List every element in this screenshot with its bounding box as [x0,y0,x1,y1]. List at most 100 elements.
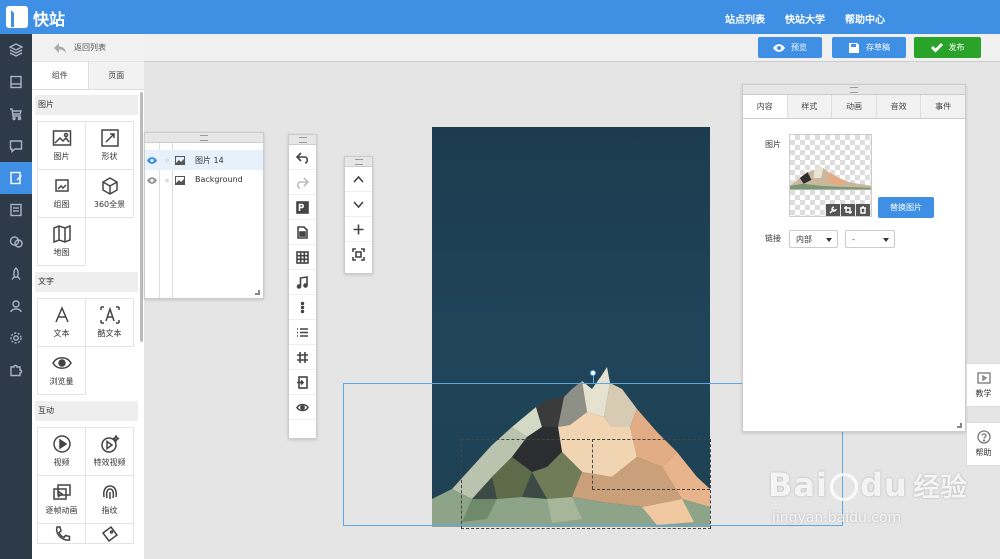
crop-icon[interactable] [841,204,855,216]
psd-import-icon[interactable] [289,220,316,245]
image-icon [52,130,71,146]
arrange-drag-handle[interactable] [345,157,372,167]
link-target-select[interactable]: - [845,230,895,248]
play-icon [52,435,71,453]
tab-events[interactable]: 事件 [920,95,965,118]
grid-lines-icon[interactable] [289,345,316,370]
undo-icon[interactable] [289,145,316,170]
visible-eye-icon[interactable] [147,156,157,165]
nav-university[interactable]: 快站大学 [785,11,825,26]
link-type-select[interactable]: 内部 [789,230,838,248]
component-frame-animation[interactable]: 逐帧动画 [38,476,86,524]
preview-eye-icon[interactable] [289,395,316,420]
component-map[interactable]: 地图 [38,218,86,266]
top-bar: 快站 站点列表 快站大学 帮助中心 [0,0,1000,34]
map-icon [52,225,71,243]
component-coupon[interactable] [86,524,134,544]
thumbnail-tools [826,204,870,216]
section-title-text: 文字 [35,272,138,292]
music-icon[interactable] [289,270,316,295]
toolbar-drag-handle[interactable] [289,135,316,145]
component-video[interactable]: 视频 [38,428,86,476]
logo-icon[interactable] [6,6,28,28]
rail-rocket-icon[interactable] [0,258,32,290]
layers-panel: 图片 14 Background [144,132,264,299]
rail-page-icon[interactable] [0,66,32,98]
phone-icon [55,525,70,541]
component-fingerprint[interactable]: 指纹 [86,476,134,524]
vertical-toolbar [288,134,317,439]
visible-eye-icon[interactable] [147,176,157,185]
wrench-icon[interactable] [826,204,840,216]
tab-pages[interactable]: 页面 [87,62,144,89]
help-button[interactable]: 帮助 [966,422,1000,466]
component-label: 特效视频 [93,458,126,467]
layers-drag-handle[interactable] [145,133,263,143]
rail-chat-icon[interactable] [0,226,32,258]
component-image[interactable]: 图片 [38,122,86,170]
rail-edit-page-icon[interactable] [0,162,32,194]
rail-document-icon[interactable] [0,194,32,226]
add-icon[interactable] [345,217,372,242]
grid-background-icon[interactable] [289,245,316,270]
rail-puzzle-icon[interactable] [0,354,32,386]
link-type-value: 内部 [796,234,812,244]
layer-row[interactable]: Background [145,170,263,190]
back-to-list[interactable]: 返回列表 [32,34,144,62]
nav-site-list[interactable]: 站点列表 [725,11,765,26]
tab-content[interactable]: 内容 [743,95,787,118]
publish-button[interactable]: 发布 [914,37,981,58]
watermark-brand: Bai [768,466,828,504]
layer-row[interactable]: 图片 14 [145,150,263,170]
rail-cart-icon[interactable] [0,98,32,130]
component-shape[interactable]: 形状 [86,122,134,170]
more-vertical-icon[interactable] [289,295,316,320]
resize-handle[interactable] [255,290,260,295]
rail-user-icon[interactable] [0,290,32,322]
move-up-icon[interactable] [345,167,372,192]
list-icon[interactable] [289,320,316,345]
tab-animation[interactable]: 动画 [831,95,876,118]
component-phone[interactable] [38,524,86,544]
component-gallery[interactable]: 组图 [38,170,86,218]
tab-components[interactable]: 组件 [32,62,88,89]
component-text[interactable]: 文本 [38,299,86,347]
back-label: 返回列表 [74,43,106,52]
rail-settings-icon[interactable] [0,322,32,354]
resize-handle[interactable] [957,423,962,428]
component-label: 指纹 [101,506,118,515]
rail-layers-icon[interactable] [0,34,32,66]
paw-icon [829,473,858,501]
component-cool-text[interactable]: 酷文本 [86,299,134,347]
cube-360-icon [101,177,118,195]
redo-icon[interactable] [289,170,316,195]
crop-guide-line [592,489,710,490]
tab-sound[interactable]: 音效 [875,95,921,118]
save-draft-button[interactable]: 存草稿 [832,37,906,58]
move-down-icon[interactable] [345,192,372,217]
lock-dot-icon[interactable] [162,176,172,185]
component-panorama[interactable]: 360全景 [86,170,134,218]
rotate-handle[interactable] [590,370,596,376]
tab-style[interactable]: 样式 [786,95,832,118]
component-view-count[interactable]: 浏览量 [38,347,86,395]
replace-image-button[interactable]: 替换图片 [878,197,934,218]
properties-drag-handle[interactable] [743,85,965,95]
gallery-icon [54,179,69,192]
components-panel: 返回列表 组件 页面 图片 图片 形状 组图 360全景 地图 文字 文本 酷文… [32,34,144,559]
fit-screen-icon[interactable] [345,242,372,267]
component-label: 逐帧动画 [45,506,78,515]
rail-comment-icon[interactable] [0,130,32,162]
lock-dot-icon[interactable] [162,156,172,165]
tutorial-button[interactable]: 教学 [966,363,1000,407]
export-page-icon[interactable] [289,370,316,395]
image-thumbnail[interactable] [789,134,872,217]
preview-button[interactable]: 预览 [758,37,822,58]
photoshop-icon[interactable] [289,195,316,220]
component-label: 形状 [101,152,118,161]
component-effect-video[interactable]: 特效视频 [86,428,134,476]
panel-scrollbar[interactable] [140,92,143,342]
trash-icon[interactable] [856,204,870,216]
text-components-grid: 文本 酷文本 浏览量 [37,298,134,395]
nav-help-center[interactable]: 帮助中心 [845,11,885,26]
